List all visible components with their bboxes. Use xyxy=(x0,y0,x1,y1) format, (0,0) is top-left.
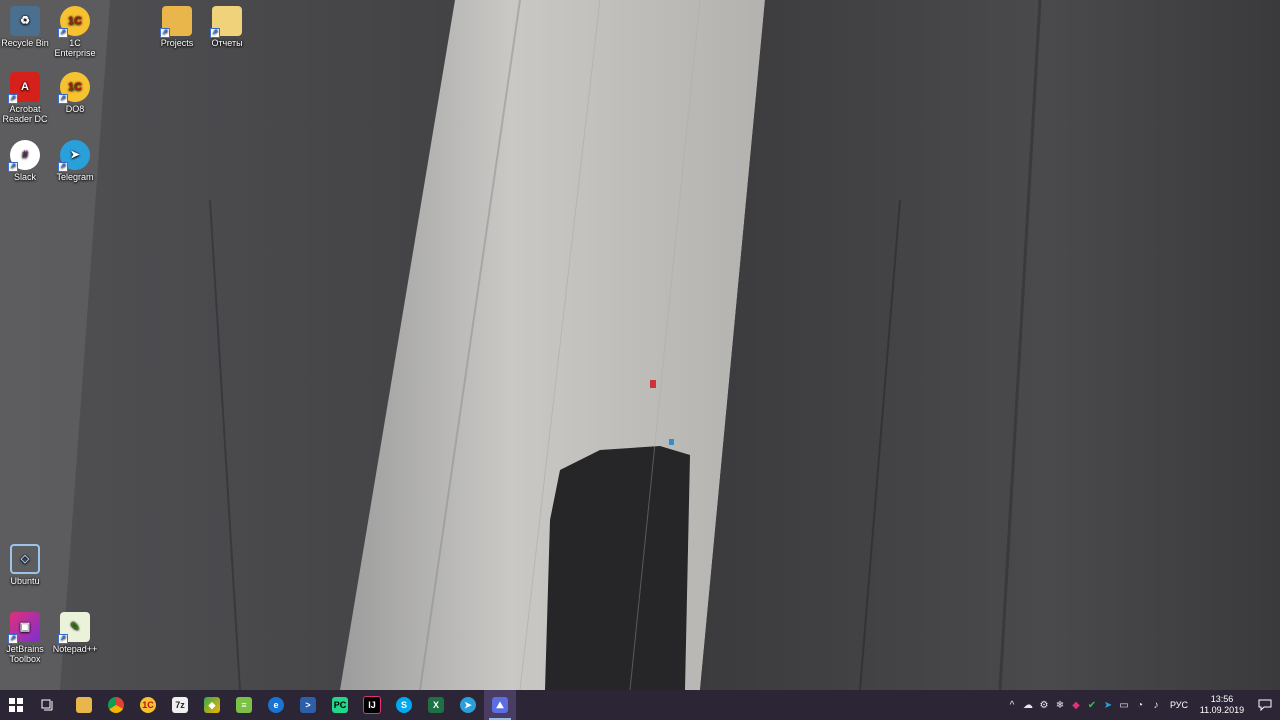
chrome-icon xyxy=(108,697,124,713)
color-app-icon[interactable]: ◆ xyxy=(1068,697,1084,713)
taskbar-intellij[interactable]: IJ xyxy=(356,690,388,720)
taskbar-notepad[interactable]: ≡ xyxy=(228,690,260,720)
clock[interactable]: 13:56 11.09.2019 xyxy=(1194,694,1250,716)
intellij-icon: IJ xyxy=(363,696,381,714)
taskbar-skype[interactable]: S xyxy=(388,690,420,720)
onedrive-icon[interactable]: ☁ xyxy=(1020,697,1036,713)
desktop-icon-notepad-plus-plus[interactable]: ✎ ↗ Notepad++ xyxy=(50,612,100,654)
desktop-icon-label: JetBrains Toolbox xyxy=(6,644,44,664)
windows-start-icon xyxy=(9,698,23,712)
document-icon: ≡ xyxy=(236,697,252,713)
recycle-bin-icon: ♻ xyxy=(10,6,40,36)
task-view-button[interactable] xyxy=(32,690,64,720)
taskbar-file-explorer[interactable] xyxy=(68,690,100,720)
pycharm-icon: PC xyxy=(332,697,348,713)
wifi-icon[interactable]: ◔ xyxy=(1132,697,1148,713)
taskbar-7zip[interactable]: 7z xyxy=(164,690,196,720)
snowflake-icon[interactable]: ❄ xyxy=(1052,697,1068,713)
desktop-icon-do8[interactable]: 1C ↗ DO8 xyxy=(50,72,100,114)
desktop-icon-ubuntu[interactable]: ◇ Ubuntu xyxy=(0,544,50,586)
telegram-tray-icon[interactable]: ➤ xyxy=(1100,697,1116,713)
taskbar-excel[interactable]: X xyxy=(420,690,452,720)
taskbar-photos[interactable]: ⛰ xyxy=(484,690,516,720)
desktop-icon-jetbrains-toolbox[interactable]: ▣ ↗ JetBrains Toolbox xyxy=(0,612,50,664)
desktop: ♻ Recycle Bin 1C ↗ 1C Enterprise ↗ Projec… xyxy=(0,0,1280,690)
taskbar-chrome[interactable] xyxy=(100,690,132,720)
action-center-button[interactable] xyxy=(1250,690,1280,720)
powershell-icon: > xyxy=(300,697,316,713)
desktop-icon-label: 1C Enterprise xyxy=(54,38,96,58)
1c-icon: 1C xyxy=(140,697,156,713)
network-settings-icon[interactable]: ⚙ xyxy=(1036,697,1052,713)
desktop-icon-label: Acrobat Reader DC xyxy=(2,104,48,124)
monitor-icon[interactable]: ▭ xyxy=(1116,697,1132,713)
edge-icon: e xyxy=(268,697,284,713)
taskbar: 1C 7z ◆ ≡ e > PC IJ S X ➤ ⛰ ^ ☁ ⚙ ❄ ◆ ✔ … xyxy=(0,690,1280,720)
7zip-icon: 7z xyxy=(172,697,188,713)
desktop-icon-projects[interactable]: ↗ Projects xyxy=(152,6,202,48)
jetbrains-toolbox-icon: ▣ ↗ xyxy=(8,612,40,644)
check-icon[interactable]: ✔ xyxy=(1084,697,1100,713)
folder-icon: ↗ xyxy=(160,6,192,38)
excel-icon: X xyxy=(428,697,444,713)
desktop-icon-label: Slack xyxy=(13,172,36,182)
acrobat-reader-icon: A ↗ xyxy=(8,72,40,104)
start-button[interactable] xyxy=(0,690,32,720)
ubuntu-icon: ◇ xyxy=(10,544,40,574)
taskbar-telegram[interactable]: ➤ xyxy=(452,690,484,720)
desktop-icon-acrobat-reader[interactable]: A ↗ Acrobat Reader DC xyxy=(0,72,50,124)
1c-do8-icon: 1C ↗ xyxy=(58,72,90,104)
chevron-up-icon[interactable]: ^ xyxy=(1004,697,1020,713)
git-icon: ◆ xyxy=(204,697,220,713)
taskbar-powershell[interactable]: > xyxy=(292,690,324,720)
desktop-icon-label: Отчеты xyxy=(211,38,243,48)
notepad-plus-plus-icon: ✎ ↗ xyxy=(58,612,90,644)
clock-date: 11.09.2019 xyxy=(1199,705,1245,715)
taskbar-edge[interactable]: e xyxy=(260,690,292,720)
telegram-icon: ➤ xyxy=(460,697,476,713)
slack-icon: # ↗ xyxy=(8,140,40,172)
system-tray: ^ ☁ ⚙ ❄ ◆ ✔ ➤ ▭ ◔ ♪ РУС 13:56 11.09.2019 xyxy=(1004,690,1280,720)
desktop-icon-label: Ubuntu xyxy=(10,576,40,586)
desktop-icon-label: Telegram xyxy=(56,172,94,182)
photos-icon: ⛰ xyxy=(492,697,508,713)
language-indicator[interactable]: РУС xyxy=(1164,700,1194,710)
desktop-icon-label: DO8 xyxy=(65,104,85,114)
desktop-icon-otchety[interactable]: ↗ Отчеты xyxy=(202,6,252,48)
taskbar-1c[interactable]: 1C xyxy=(132,690,164,720)
taskbar-pycharm[interactable]: PC xyxy=(324,690,356,720)
folder-icon: ↗ xyxy=(210,6,242,38)
skype-icon: S xyxy=(396,697,412,713)
folder-icon xyxy=(76,697,92,713)
telegram-icon: ➤ ↗ xyxy=(58,140,90,172)
clock-time: 13:56 xyxy=(1210,694,1234,704)
1c-enterprise-icon: 1C ↗ xyxy=(58,6,90,38)
desktop-icon-label: Projects xyxy=(160,38,194,48)
desktop-icon-telegram[interactable]: ➤ ↗ Telegram xyxy=(50,140,100,182)
desktop-icon-1c-enterprise[interactable]: 1C ↗ 1C Enterprise xyxy=(50,6,100,58)
desktop-icon-label: Recycle Bin xyxy=(1,38,49,48)
taskbar-git[interactable]: ◆ xyxy=(196,690,228,720)
desktop-icon-slack[interactable]: # ↗ Slack xyxy=(0,140,50,182)
desktop-icon-label: Notepad++ xyxy=(52,644,98,654)
notification-icon xyxy=(1258,699,1272,711)
desktop-icon-recycle-bin[interactable]: ♻ Recycle Bin xyxy=(0,6,50,48)
speaker-icon[interactable]: ♪ xyxy=(1148,697,1164,713)
task-view-icon xyxy=(41,699,53,711)
